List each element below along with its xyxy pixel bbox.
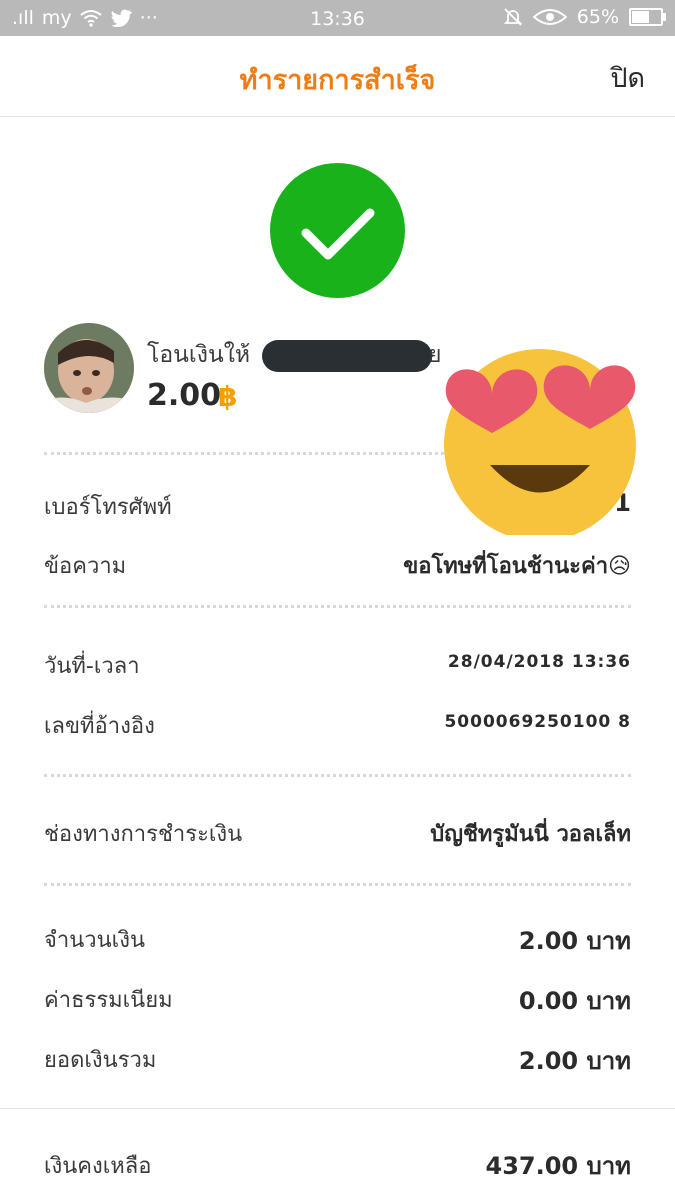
eye-icon bbox=[532, 9, 567, 25]
success-badge bbox=[270, 163, 405, 298]
datetime-label: วันที่-เวลา bbox=[44, 654, 140, 679]
recipient-label: โอนเงินให้ bbox=[147, 342, 251, 368]
battery-icon bbox=[629, 8, 666, 26]
phone-label: เบอร์โทรศัพท์ bbox=[44, 495, 172, 520]
battery-fill bbox=[632, 11, 649, 23]
close-button[interactable]: ปิด bbox=[610, 56, 645, 99]
divider bbox=[44, 883, 631, 886]
datetime-value: 28/04/2018 13:36 bbox=[447, 652, 631, 672]
message-label: ข้อความ bbox=[44, 554, 127, 579]
transfer-amount: 2.00 bbox=[147, 378, 222, 413]
fee-value: 0.00 บาท bbox=[518, 987, 631, 1015]
divider bbox=[0, 1108, 675, 1109]
divider bbox=[44, 774, 631, 777]
channel-value: บัญชีทรูมันนี่ วอลเล็ท bbox=[430, 822, 631, 847]
reference-value: 5000069250100 8 bbox=[444, 712, 631, 732]
battery-percent: 65% bbox=[576, 6, 619, 28]
baht-icon: ฿ bbox=[218, 380, 238, 413]
header: ทำรายการสำเร็จ ปิด bbox=[0, 36, 675, 117]
total-label: ยอดเงินรวม bbox=[44, 1048, 157, 1073]
message-value: ขอโทษที่โอนช้านะค่า😥 bbox=[403, 554, 631, 579]
status-bar: .ıll my ··· 13:36 65% bbox=[0, 0, 675, 36]
balance-label: เงินคงเหลือ bbox=[44, 1154, 152, 1179]
page-title: ทำรายการสำเร็จ bbox=[239, 65, 436, 96]
mute-icon bbox=[503, 8, 522, 26]
fee-label: ค่าธรรมเนียม bbox=[44, 988, 173, 1013]
check-icon bbox=[301, 208, 375, 260]
channel-label: ช่องทางการชำระเงิน bbox=[44, 822, 243, 847]
status-right: 65% bbox=[503, 6, 666, 28]
redacted-name bbox=[262, 340, 432, 372]
total-value: 2.00 บาท bbox=[518, 1047, 631, 1075]
divider bbox=[44, 605, 631, 608]
amount-value: 2.00 บาท bbox=[518, 927, 631, 955]
reference-label: เลขที่อ้างอิง bbox=[44, 714, 155, 739]
balance-value: 437.00 บาท bbox=[485, 1152, 632, 1180]
avatar bbox=[44, 323, 134, 413]
heart-eyes-emoji bbox=[444, 349, 636, 535]
amount-label: จำนวนเงิน bbox=[44, 928, 145, 953]
